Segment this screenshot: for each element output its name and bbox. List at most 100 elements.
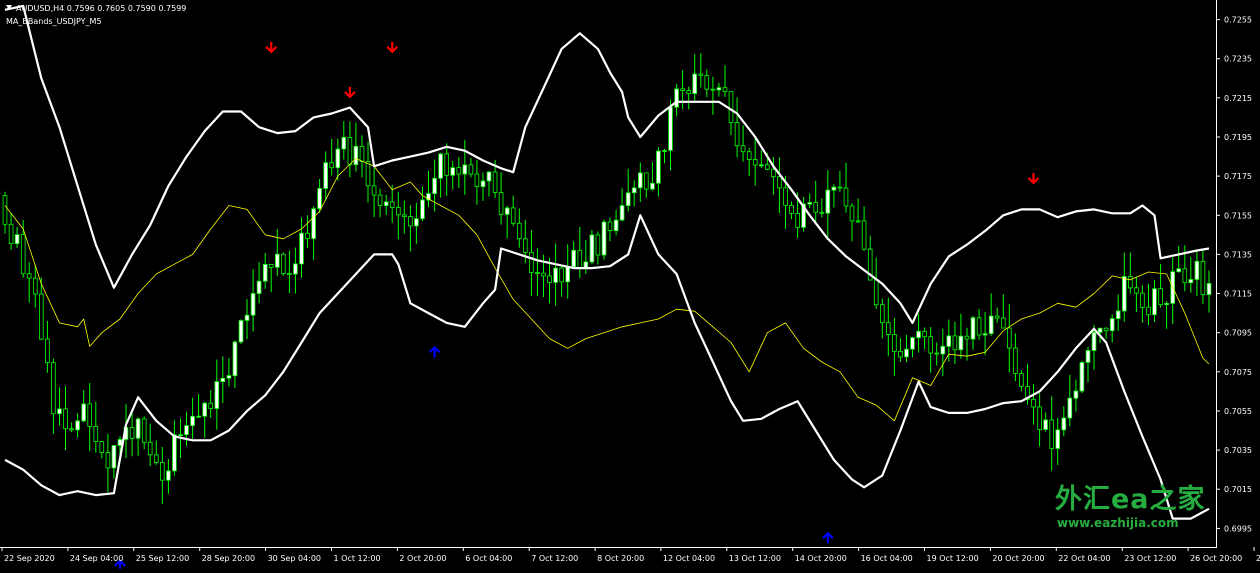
candle-body <box>976 317 982 336</box>
candle-body <box>280 253 286 274</box>
candle-body <box>740 145 746 153</box>
candle-body <box>214 381 220 409</box>
candle-body <box>1109 318 1115 332</box>
candle-body <box>819 211 825 214</box>
chart-area[interactable]: 0.7255 0.7235 0.7215 0.7195 0.7175 0.7155 0.71… <box>0 0 1260 571</box>
watermark: 外汇ea之家 www.eazhijia.com <box>1055 484 1206 530</box>
candle-body <box>1164 302 1169 305</box>
candle-body <box>256 280 262 294</box>
time-tick-label: 6 Oct 04:00 <box>465 554 512 563</box>
candle-body <box>408 216 413 227</box>
candle-body <box>904 348 909 358</box>
candle-body <box>250 293 256 316</box>
candle-body <box>837 186 843 189</box>
candle-body <box>668 106 673 151</box>
candle-body <box>208 402 214 409</box>
candle-body <box>232 341 238 377</box>
candle-body <box>771 168 776 178</box>
candle-body <box>1007 327 1012 349</box>
candle-body <box>305 232 310 239</box>
candle-body <box>680 88 685 92</box>
time-tick-label: 25 Sep 12:00 <box>136 554 189 563</box>
candle-body <box>492 171 498 193</box>
candle-body <box>347 136 353 166</box>
candle-body <box>1037 406 1042 430</box>
price-tick-label: 0.7095 <box>1224 329 1252 338</box>
time-tick-label: 16 Oct 04:00 <box>861 554 913 563</box>
candle-body <box>1091 331 1097 351</box>
candle-body <box>577 249 583 269</box>
candle-body <box>1200 260 1206 295</box>
candle <box>589 229 595 265</box>
candle-body <box>63 408 68 430</box>
time-tick-label: 22 Sep 2020 <box>4 554 55 563</box>
candle-body <box>625 192 631 207</box>
candle-body <box>359 145 365 163</box>
candle-body <box>1043 419 1048 430</box>
candle-body <box>1067 397 1073 419</box>
candle-body <box>861 220 867 250</box>
candle-body <box>135 418 141 439</box>
candle-body <box>946 335 952 347</box>
candle-body <box>87 403 93 427</box>
candle-body <box>692 73 697 95</box>
candle-body <box>299 232 304 265</box>
candle-body <box>1128 276 1133 289</box>
price-tick-label: 0.7075 <box>1224 368 1252 377</box>
candle-body <box>722 87 728 92</box>
candle-body <box>141 418 147 443</box>
candle-body <box>1097 327 1103 333</box>
candle-body <box>1188 279 1194 284</box>
candle-body <box>964 335 970 340</box>
candle-body <box>172 434 177 472</box>
candle-body <box>855 220 861 223</box>
candle-body <box>571 249 576 268</box>
watermark-url: www.eazhijia.com <box>1057 516 1179 530</box>
time-tick-label: 26 Oct 20:00 <box>1190 554 1242 563</box>
candle-body <box>1085 350 1091 363</box>
time-tick-label: 12 Oct 04:00 <box>663 554 715 563</box>
candle-body <box>178 434 183 437</box>
dropdown-triangle-icon[interactable] <box>6 5 12 10</box>
candle-body <box>970 317 976 340</box>
candle-body <box>468 164 474 175</box>
candle-body <box>57 408 62 415</box>
candle-body <box>940 345 946 355</box>
candle-body <box>268 263 274 268</box>
candle-body <box>752 159 758 166</box>
candle-body <box>1013 347 1018 374</box>
candle-body <box>886 322 891 335</box>
candle-body <box>601 221 607 256</box>
candle-body <box>662 150 667 152</box>
candle-body <box>33 277 38 295</box>
candle-body <box>287 273 292 276</box>
candle-body <box>1049 419 1055 449</box>
time-tick-label: 7 Oct 12:00 <box>531 554 578 563</box>
candle-body <box>262 263 268 282</box>
candle-body <box>1152 288 1157 316</box>
candle-body <box>14 234 20 245</box>
candle-body <box>335 148 341 169</box>
candle-body <box>8 223 14 245</box>
candle-body <box>565 266 570 283</box>
candle-body <box>783 187 788 206</box>
price-tick-label: 0.7175 <box>1224 172 1252 181</box>
price-tick-label: 0.7115 <box>1224 290 1252 299</box>
candle-body <box>1140 292 1145 308</box>
price-tick-label: 0.7155 <box>1224 211 1252 220</box>
time-tick-label: 13 Oct 12:00 <box>729 554 781 563</box>
candle-body <box>1115 310 1121 319</box>
candle-body <box>75 420 80 431</box>
candle-body <box>456 167 462 175</box>
candle-body <box>523 238 528 253</box>
candle-body <box>535 272 540 274</box>
candle-body <box>1079 362 1085 392</box>
candle-body <box>377 194 383 207</box>
candle-body <box>1061 417 1067 431</box>
candle-body <box>813 202 818 213</box>
candle-body <box>553 267 558 283</box>
candle-body <box>462 164 468 175</box>
candle-body <box>383 201 389 206</box>
candle-body <box>517 222 522 240</box>
candle-body <box>20 234 26 275</box>
